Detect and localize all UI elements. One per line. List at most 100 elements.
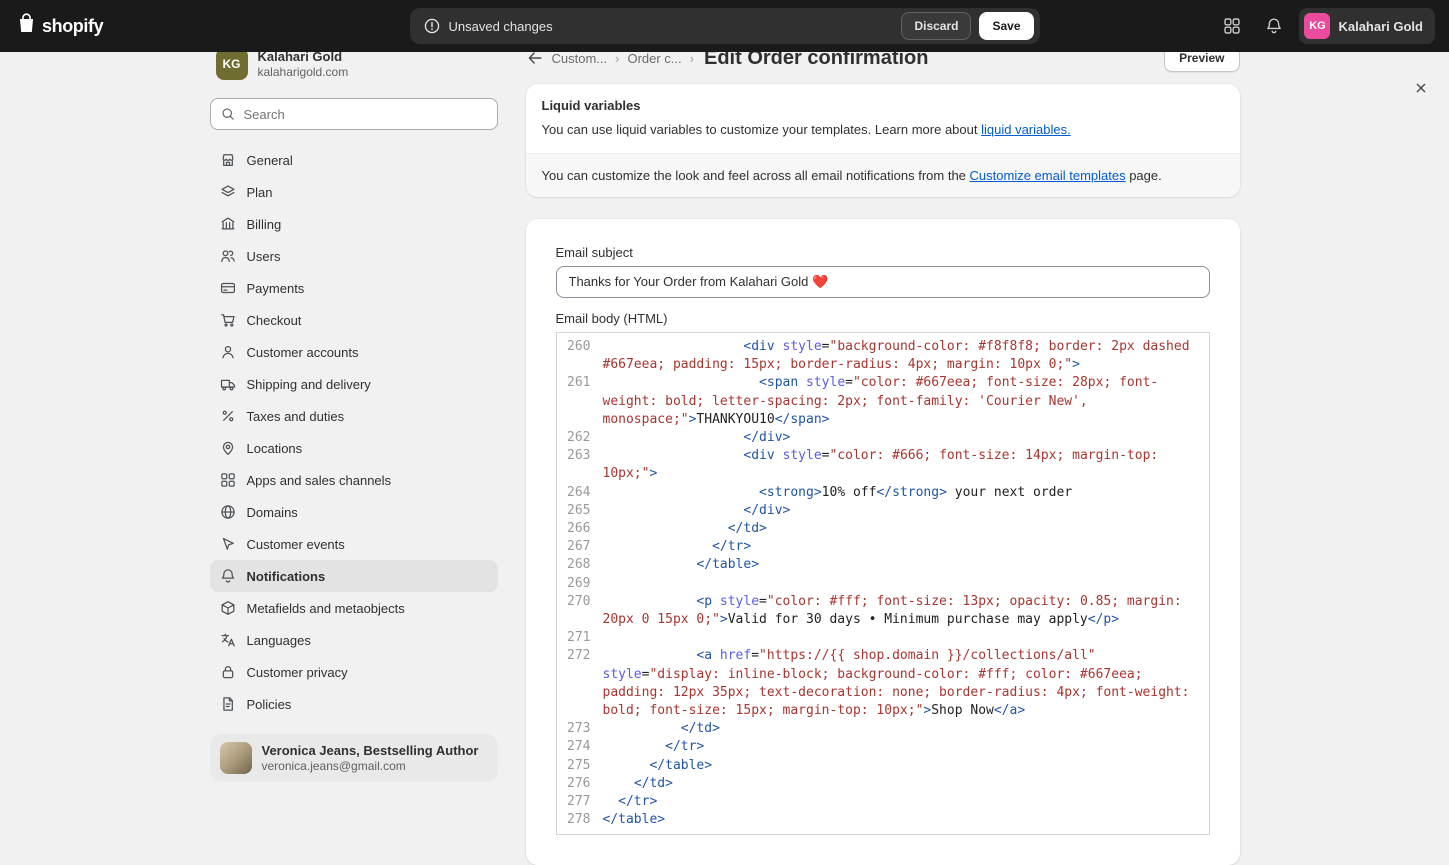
sidebar-item-label: Users [247, 249, 281, 264]
line-number: 270 [557, 593, 603, 629]
shopify-logo[interactable]: shopify [14, 11, 103, 41]
sidebar-item-apps-and-sales-channels[interactable]: Apps and sales channels [210, 464, 498, 496]
customize-email-templates-link[interactable]: Customize email templates [970, 168, 1126, 183]
notification-bell-button[interactable] [1257, 10, 1291, 42]
sidebar-item-label: Notifications [247, 569, 326, 584]
translate-icon [218, 630, 238, 650]
discard-button[interactable]: Discard [901, 12, 971, 40]
sidebar-item-metafields-and-metaobjects[interactable]: Metafields and metaobjects [210, 592, 498, 624]
sidebar-item-billing[interactable]: Billing [210, 208, 498, 240]
topbar-actions: KG Kalahari Gold [1215, 8, 1435, 44]
line-number: 269 [557, 575, 603, 593]
code-line: 262 </div> [557, 429, 1209, 447]
line-number: 262 [557, 429, 603, 447]
sidebar-item-customer-events[interactable]: Customer events [210, 528, 498, 560]
code-text: </td> [603, 520, 1207, 538]
sidebar-item-plan[interactable]: Plan [210, 176, 498, 208]
sidebar-item-notifications[interactable]: Notifications [210, 560, 498, 592]
code-line: 263 <div style="color: #666; font-size: … [557, 447, 1209, 483]
sidebar-item-locations[interactable]: Locations [210, 432, 498, 464]
sidebar-item-label: Taxes and duties [247, 409, 345, 424]
line-number: 261 [557, 374, 603, 429]
search-input[interactable] [210, 98, 498, 130]
sidebar-item-customer-privacy[interactable]: Customer privacy [210, 656, 498, 688]
unsaved-changes-label: Unsaved changes [449, 19, 553, 34]
sidebar-item-label: Languages [247, 633, 311, 648]
sidebar-item-label: Plan [247, 185, 273, 200]
sidebar-item-label: Payments [247, 281, 305, 296]
search-box [210, 98, 498, 130]
sidebar-item-taxes-and-duties[interactable]: Taxes and duties [210, 400, 498, 432]
users-icon [218, 246, 238, 266]
apps-grid-icon [218, 470, 238, 490]
sidebar-item-label: Billing [247, 217, 282, 232]
code-line: 266 </td> [557, 520, 1209, 538]
line-number: 271 [557, 629, 603, 647]
cursor-icon [218, 534, 238, 554]
sidebar-item-label: Customer accounts [247, 345, 359, 360]
customize-templates-text-prefix: You can customize the look and feel acro… [542, 168, 970, 183]
liquid-variables-link[interactable]: liquid variables. [981, 122, 1071, 137]
code-text: <strong>10% off</strong> your next order [603, 484, 1207, 502]
line-number: 268 [557, 556, 603, 574]
sidebar-item-languages[interactable]: Languages [210, 624, 498, 656]
code-line: 269 [557, 575, 1209, 593]
code-line: 260 <div style="background-color: #f8f8f… [557, 338, 1209, 374]
shopify-wordmark: shopify [42, 16, 103, 37]
liquid-variables-title: Liquid variables [542, 98, 1224, 113]
code-text: </table> [603, 556, 1207, 574]
store-info: Kalahari Gold kalaharigold.com [258, 49, 349, 79]
sidebar-item-general[interactable]: General [210, 144, 498, 176]
breadcrumb-separator: › [690, 51, 694, 66]
code-text: <span style="color: #667eea; font-size: … [603, 374, 1207, 429]
email-subject-input[interactable] [556, 266, 1210, 298]
save-button[interactable]: Save [979, 12, 1033, 40]
sidebar-item-label: Domains [247, 505, 298, 520]
sidebar-item-domains[interactable]: Domains [210, 496, 498, 528]
sidebar-item-label: Customer events [247, 537, 345, 552]
apps-grid-button[interactable] [1215, 10, 1249, 42]
sidebar-item-label: General [247, 153, 293, 168]
code-text: </td> [603, 775, 1207, 793]
code-text: <a href="https://{{ shop.domain }}/colle… [603, 647, 1207, 720]
code-text: </tr> [603, 738, 1207, 756]
line-number: 272 [557, 647, 603, 720]
account-card[interactable]: Veronica Jeans, Bestselling Author veron… [210, 734, 498, 782]
line-number: 278 [557, 811, 603, 829]
sidebar-item-label: Locations [247, 441, 303, 456]
sidebar-item-users[interactable]: Users [210, 240, 498, 272]
sidebar-item-payments[interactable]: Payments [210, 272, 498, 304]
code-editor[interactable]: 260 <div style="background-color: #f8f8f… [556, 332, 1210, 835]
code-text: <p style="color: #fff; font-size: 13px; … [603, 593, 1207, 629]
sidebar-item-customer-accounts[interactable]: Customer accounts [210, 336, 498, 368]
box-icon [218, 598, 238, 618]
code-text: </div> [603, 429, 1207, 447]
code-line: 277 </tr> [557, 793, 1209, 811]
user-avatar-image [220, 742, 252, 774]
customize-templates-note: You can customize the look and feel acro… [526, 153, 1240, 197]
breadcrumb-separator: › [615, 51, 619, 66]
code-line: 268 </table> [557, 556, 1209, 574]
store-avatar: KG [216, 48, 248, 80]
user-menu[interactable]: KG Kalahari Gold [1299, 8, 1435, 44]
code-text: </td> [603, 720, 1207, 738]
topbar: shopify Unsaved changes Discard Save [0, 0, 1449, 52]
customize-templates-text-suffix: page. [1126, 168, 1162, 183]
billing-icon [218, 214, 238, 234]
topbar-avatar: KG [1304, 13, 1330, 39]
sidebar-item-shipping-and-delivery[interactable]: Shipping and delivery [210, 368, 498, 400]
code-line: 274 </tr> [557, 738, 1209, 756]
code-editor-lines: 260 <div style="background-color: #f8f8f… [557, 338, 1209, 829]
breadcrumb-item-customer-notifications[interactable]: Custom... [552, 51, 608, 66]
store-icon [218, 150, 238, 170]
sidebar-item-checkout[interactable]: Checkout [210, 304, 498, 336]
close-button[interactable] [1407, 74, 1435, 102]
code-line: 276 </td> [557, 775, 1209, 793]
code-line: 267 </tr> [557, 538, 1209, 556]
sidebar-item-policies[interactable]: Policies [210, 688, 498, 720]
breadcrumb-item-order-confirmation[interactable]: Order c... [627, 51, 681, 66]
line-number: 273 [557, 720, 603, 738]
sidebar-item-label: Policies [247, 697, 292, 712]
code-text [603, 575, 1207, 593]
code-text: <div style="color: #666; font-size: 14px… [603, 447, 1207, 483]
